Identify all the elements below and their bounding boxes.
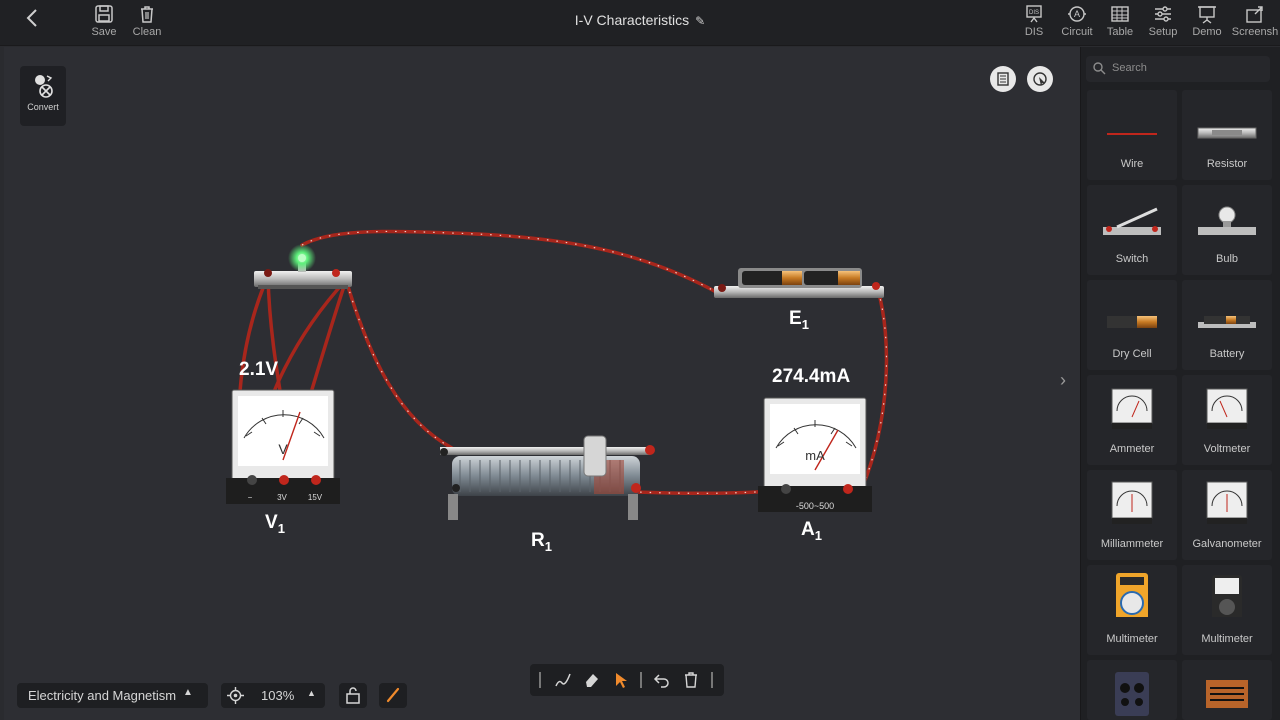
palette-item-battery[interactable]: Battery (1182, 280, 1272, 370)
analog-multimeter-icon (1212, 575, 1242, 617)
dry-cell-icon (1107, 316, 1157, 328)
sliders-icon (1155, 6, 1171, 22)
palette-item-milliammeter[interactable]: Milliammeter (1087, 470, 1177, 560)
palette-item-power-supply[interactable] (1087, 660, 1177, 720)
palette-label: Multimeter (1106, 633, 1158, 645)
table-button[interactable]: Table (1098, 2, 1142, 42)
palette-label: Galvanometer (1192, 538, 1262, 550)
palette-item-galvanometer[interactable]: Galvanometer (1182, 470, 1272, 560)
voltmeter-unit: V (278, 441, 288, 457)
palette-item-bulb[interactable]: Bulb (1182, 185, 1272, 275)
palette-item-multimeter-digital[interactable]: Multimeter (1087, 565, 1177, 655)
caret-up-icon: ▲ (183, 687, 193, 698)
screenshot-label: Screensh (1231, 26, 1279, 38)
power-supply-icon (1115, 672, 1149, 716)
screenshot-button[interactable]: Screensh (1230, 2, 1280, 42)
palette-label: Resistor (1206, 158, 1248, 170)
ammeter-range: -500~500 (796, 501, 834, 511)
eraser-icon[interactable] (583, 671, 601, 689)
presentation-icon (1198, 6, 1216, 24)
palette-label: Wire (1120, 158, 1144, 170)
brush-icon (386, 687, 400, 703)
palette-label: Switch (1115, 253, 1149, 265)
ammeter-icon (1111, 388, 1153, 429)
lock-button[interactable] (339, 683, 367, 708)
rheostat-label: R1 (531, 530, 552, 554)
toolbar-divider (711, 672, 713, 688)
voltmeter-terminal-15v: 15V (308, 493, 323, 502)
toolbar-divider (539, 672, 541, 688)
palette-label: Voltmeter (1203, 443, 1251, 455)
voltmeter-label: V1 (265, 512, 285, 536)
bulb-icon (1198, 206, 1256, 235)
pen-draw-icon[interactable] (554, 671, 572, 689)
voltmeter-terminal-neg: − (248, 493, 253, 502)
galvanometer-icon (1206, 481, 1248, 524)
palette-item-voltmeter[interactable]: Voltmeter (1182, 375, 1272, 465)
ammeter-unit: mA (805, 448, 825, 463)
brush-button[interactable] (379, 683, 407, 708)
battery-e1[interactable] (714, 268, 884, 298)
demo-label: Demo (1192, 26, 1222, 38)
voltmeter-reading: 2.1V (239, 359, 279, 380)
screenshot-icon (1246, 6, 1263, 23)
demo-button[interactable]: Demo (1185, 2, 1229, 42)
palette-item-multimeter-analog[interactable]: Multimeter (1182, 565, 1272, 655)
sidebar-collapse-button[interactable]: › (1060, 370, 1076, 394)
wire-rheostat-to-led (344, 278, 454, 450)
table-label: Table (1106, 26, 1134, 38)
milliammeter-icon (1111, 481, 1153, 524)
palette-label: Milliammeter (1100, 538, 1164, 550)
rheostat-r1[interactable] (440, 435, 655, 520)
palette-label: Battery (1209, 348, 1245, 360)
palette-label: Dry Cell (1112, 348, 1152, 360)
setup-button[interactable]: Setup (1141, 2, 1185, 42)
voltmeter-icon (1206, 388, 1248, 429)
palette-item-resistor[interactable]: Resistor (1182, 90, 1272, 180)
resistor-icon (1197, 127, 1257, 139)
category-label: Electricity and Magnetism (28, 688, 177, 703)
battery-label: E1 (789, 308, 809, 332)
palette-label: Bulb (1215, 253, 1239, 265)
led-component[interactable] (254, 244, 352, 289)
zoom-level: 103% (261, 688, 295, 703)
palette-item-ammeter[interactable]: Ammeter (1087, 375, 1177, 465)
ammeter-reading: 274.4mA (772, 366, 851, 387)
circuit-diagram: V − 3V 15V mA -500~500 (226, 229, 889, 520)
digital-multimeter-icon (1116, 573, 1148, 617)
undo-icon[interactable] (653, 671, 671, 689)
zoom-control[interactable]: 103% ▲ (221, 683, 325, 708)
delete-icon[interactable] (682, 671, 700, 689)
palette-label: Ammeter (1109, 443, 1155, 455)
search-input[interactable]: Search (1086, 56, 1270, 82)
search-placeholder: Search (1112, 62, 1147, 74)
battery-icon (1198, 316, 1256, 328)
zoom-caret-icon[interactable]: ▲ (307, 688, 316, 698)
search-icon (1093, 62, 1106, 75)
locate-icon[interactable] (227, 687, 244, 704)
wire-icon (1107, 133, 1157, 135)
chevron-right-icon: › (1060, 370, 1066, 390)
wire-led-to-battery (300, 229, 720, 295)
unlock-icon (346, 687, 360, 704)
select-cursor-icon[interactable] (612, 671, 630, 689)
palette-item-resistance-box[interactable] (1182, 660, 1272, 720)
switch-icon (1103, 207, 1161, 235)
palette-item-wire[interactable]: Wire (1087, 90, 1177, 180)
toolbar-divider (640, 672, 642, 688)
voltmeter-terminal-3v: 3V (277, 493, 287, 502)
drawing-toolbar (530, 664, 724, 696)
setup-label: Setup (1148, 26, 1178, 38)
category-selector[interactable]: Electricity and Magnetism ▲ (17, 683, 208, 708)
table-icon (1111, 6, 1129, 22)
palette-label: Multimeter (1201, 633, 1253, 645)
palette-item-switch[interactable]: Switch (1087, 185, 1177, 275)
ammeter-label: A1 (801, 519, 822, 543)
resistance-box-icon (1206, 680, 1248, 708)
palette-item-dry-cell[interactable]: Dry Cell (1087, 280, 1177, 370)
